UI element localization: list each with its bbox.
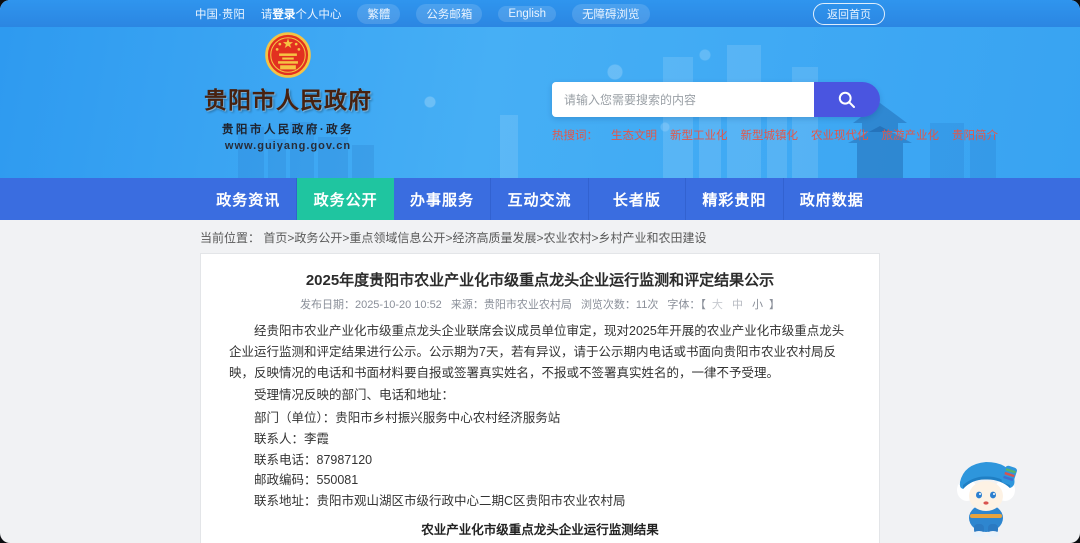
result-table-caption: 农业产业化市级重点龙头企业运行监测结果 bbox=[421, 522, 659, 537]
mascot-icon bbox=[957, 462, 1017, 537]
contact-department: 部门（单位）：贵阳市乡村振兴服务中心农村经济服务站 bbox=[254, 411, 561, 425]
breadcrumb-link[interactable]: 政务公开 bbox=[294, 231, 342, 245]
site-subtitle: 贵阳市人民政府·政务 bbox=[221, 124, 355, 136]
search-icon bbox=[838, 91, 855, 108]
contact-person: 联系人：李霞 bbox=[254, 431, 330, 446]
nav-item-zhengwu-zixun[interactable]: 政务资讯 bbox=[200, 178, 298, 220]
hot-word-link[interactable]: 新型城镇化 bbox=[741, 127, 799, 143]
mascot-assistant[interactable] bbox=[950, 452, 1022, 538]
nav-item-zhengwu-gongkai[interactable]: 政务公开 bbox=[297, 178, 394, 220]
font-size-small-button[interactable]: 小 bbox=[752, 299, 763, 311]
breadcrumb-link-home[interactable]: 首页 bbox=[263, 231, 287, 245]
article-source: 来源：贵阳市农业农村局 bbox=[450, 299, 572, 311]
topbar-link-china-guiyang[interactable]: 中国·贵阳 bbox=[195, 6, 245, 22]
topbar: 中国·贵阳 请登录个人中心 繁體 公务邮箱 English 无障碍浏览 返回首页 bbox=[0, 0, 1080, 27]
article-paragraph: 受理情况反映的部门、电话和地址： bbox=[254, 388, 455, 403]
view-count: 浏览次数：11次 bbox=[580, 299, 659, 311]
login-post: 个人中心 bbox=[295, 8, 342, 21]
nav-item-banshi-fuwu[interactable]: 办事服务 bbox=[394, 178, 492, 220]
breadcrumb-separator: > bbox=[591, 231, 599, 245]
topbar-link-english[interactable]: English bbox=[498, 5, 557, 22]
national-emblem-icon bbox=[265, 32, 311, 78]
breadcrumb-link[interactable]: 经济高质量发展 bbox=[452, 231, 536, 245]
site-logo-block[interactable]: 贵阳市人民政府 贵阳市人民政府·政务 www.guiyang.gov.cn bbox=[202, 32, 374, 152]
article-paragraph: 经贵阳市农业产业化市级重点龙头企业联席会议成员单位审定，现对2025年开展的农业… bbox=[229, 324, 845, 380]
hot-word-link[interactable]: 旅游产业化 bbox=[882, 127, 940, 143]
article-card: 2025年度贵阳市农业产业化市级重点龙头企业运行监测和评定结果公示 发布日期：2… bbox=[200, 253, 880, 543]
hot-word-link[interactable]: 贵阳简介 bbox=[952, 127, 998, 143]
nav-item-jingcai-guiyang[interactable]: 精彩贵阳 bbox=[686, 178, 784, 220]
contact-phone: 联系电话：87987120 bbox=[254, 452, 373, 467]
hot-search-label: 热搜词： bbox=[552, 130, 598, 142]
nav-item-zhengfu-shuju[interactable]: 政府数据 bbox=[784, 178, 880, 220]
search-button[interactable] bbox=[814, 82, 880, 117]
hot-word-link[interactable]: 新型工业化 bbox=[670, 127, 728, 143]
topbar-link-official-mail[interactable]: 公务邮箱 bbox=[416, 3, 483, 24]
breadcrumb-link[interactable]: 农业农村 bbox=[543, 231, 591, 245]
article-title: 2025年度贵阳市农业产业化市级重点龙头企业运行监测和评定结果公示 bbox=[305, 272, 775, 289]
hot-search-words: 热搜词： 生态文明 新型工业化 新型城镇化 农业现代化 旅游产业化 贵阳简介 bbox=[552, 127, 998, 143]
topbar-login-link[interactable]: 请登录个人中心 bbox=[261, 6, 342, 22]
topbar-link-accessibility[interactable]: 无障碍浏览 bbox=[572, 3, 650, 24]
login-strong: 登录 bbox=[272, 8, 296, 21]
publish-date: 发布日期：2025-10-20 10:52 bbox=[299, 299, 442, 311]
page: 中国·贵阳 请登录个人中心 繁體 公务邮箱 English 无障碍浏览 返回首页 bbox=[0, 0, 1080, 543]
font-size-label-close: 】 bbox=[769, 299, 781, 311]
font-size-label: 字体：【 bbox=[667, 299, 706, 311]
breadcrumb-label: 当前位置： bbox=[200, 231, 261, 245]
search-block: 热搜词： 生态文明 新型工业化 新型城镇化 农业现代化 旅游产业化 贵阳简介 bbox=[552, 82, 998, 143]
font-size-medium-button[interactable]: 中 bbox=[732, 299, 743, 311]
header-banner: 贵阳市人民政府 贵阳市人民政府·政务 www.guiyang.gov.cn 热搜… bbox=[0, 27, 1080, 178]
hot-word-link[interactable]: 农业现代化 bbox=[811, 127, 869, 143]
breadcrumb-link[interactable]: 重点领域信息公开 bbox=[349, 231, 445, 245]
article-meta: 发布日期：2025-10-20 10:52 来源：贵阳市农业农村局 浏览次数：1… bbox=[229, 296, 851, 312]
hot-word-link[interactable]: 生态文明 bbox=[611, 127, 657, 143]
nav-item-zhangzhe-ban[interactable]: 长者版 bbox=[589, 178, 687, 220]
site-url: www.guiyang.gov.cn bbox=[224, 140, 352, 152]
breadcrumb-link[interactable]: 乡村产业和农田建设 bbox=[599, 231, 707, 245]
login-pre: 请 bbox=[260, 8, 273, 21]
back-home-button[interactable]: 返回首页 bbox=[813, 2, 885, 25]
breadcrumb: 当前位置： 首页>政务公开>重点领域信息公开>经济高质量发展>农业农村>乡村产业… bbox=[200, 229, 880, 246]
font-size-large-button[interactable]: 大 bbox=[712, 299, 723, 311]
nav-item-hudong-jiaoliu[interactable]: 互动交流 bbox=[491, 178, 589, 220]
main-nav: 政务资讯 政务公开 办事服务 互动交流 长者版 精彩贵阳 政府数据 bbox=[0, 178, 1080, 220]
search-input[interactable] bbox=[552, 82, 814, 117]
contact-address: 联系地址：贵阳市观山湖区市级行政中心二期C区贵阳市农业农村局 bbox=[254, 494, 626, 508]
site-title: 贵阳市人民政府 bbox=[204, 87, 372, 113]
topbar-link-traditional-chinese[interactable]: 繁體 bbox=[357, 3, 401, 24]
contact-postcode: 邮政编码：550081 bbox=[254, 473, 359, 488]
